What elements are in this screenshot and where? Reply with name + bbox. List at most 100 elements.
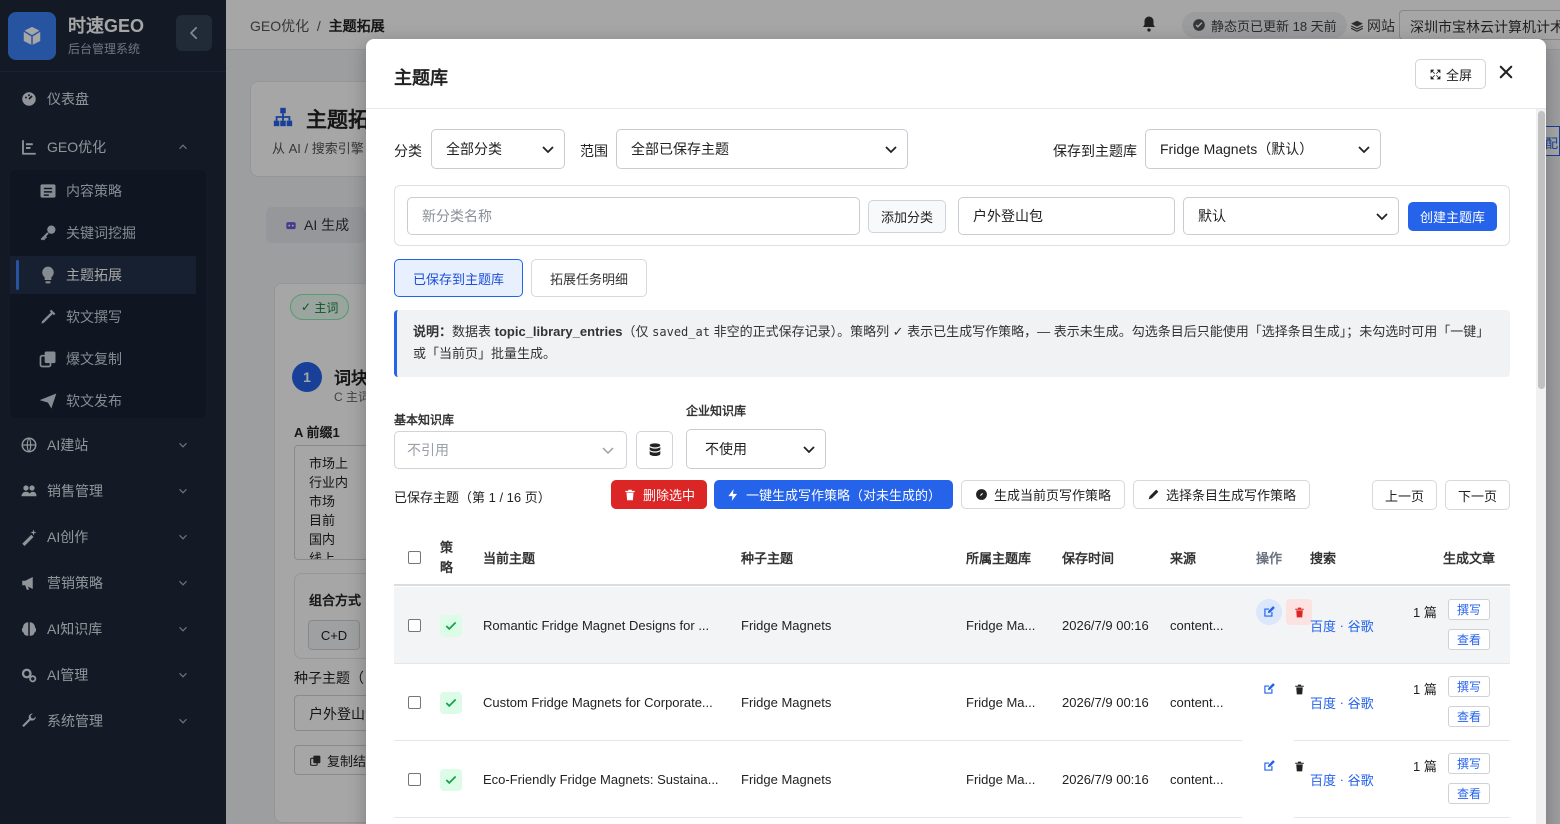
modal-header: 主题库 全屏 [366, 39, 1546, 109]
basic-kb-placeholder: 不引用 [407, 442, 449, 458]
edit-icon [1264, 683, 1275, 694]
trash-icon [1294, 607, 1304, 617]
generate-selected-button[interactable]: 选择条目生成写作策略 [1133, 480, 1310, 509]
write-button[interactable]: 撰写 [1448, 676, 1490, 697]
tab-tasks[interactable]: 拓展任务明细 [531, 259, 647, 297]
column-header-topic: 当前主题 [483, 551, 536, 566]
saved-time-cell: 2026/7/9 00:16 [1062, 695, 1149, 710]
article-count: 1 篇 [1413, 682, 1437, 697]
generate-page-button[interactable]: 生成当前页写作策略 [961, 480, 1125, 509]
category-label: 分类 [394, 143, 422, 159]
strategy-done-badge [440, 614, 462, 637]
seed-cell: Fridge Magnets [741, 618, 832, 633]
strategy-done-badge [440, 691, 462, 714]
library-category-value: 默认 [1198, 208, 1226, 224]
edit-button[interactable] [1256, 753, 1282, 779]
library-cell: Fridge Ma... [966, 772, 1036, 787]
source-cell: content... [1170, 618, 1224, 633]
delete-selected-label: 删除选中 [642, 488, 695, 503]
strategy-done-badge [440, 768, 462, 791]
next-page-button[interactable]: 下一页 [1445, 480, 1510, 510]
topic-cell: Custom Fridge Magnets for Corporate... [483, 695, 713, 710]
row-checkbox[interactable] [408, 773, 421, 786]
info-note: 说明：数据表 topic_library_entries（仅 saved_at … [394, 310, 1510, 377]
enterprise-kb-select[interactable]: 不使用 [686, 429, 826, 469]
edit-button[interactable] [1256, 676, 1282, 702]
delete-button[interactable] [1286, 753, 1312, 779]
fullscreen-button[interactable]: 全屏 [1415, 59, 1486, 89]
modal-title: 主题库 [394, 68, 448, 88]
view-button[interactable]: 查看 [1448, 783, 1490, 804]
basic-kb-select[interactable]: 不引用 [394, 431, 627, 469]
saved-time-cell: 2026/7/9 00:16 [1062, 772, 1149, 787]
check-icon [445, 775, 457, 784]
view-button[interactable]: 查看 [1448, 629, 1490, 650]
google-link[interactable]: 谷歌 [1348, 693, 1374, 712]
category-select[interactable]: 全部分类 [431, 129, 565, 169]
column-header-strategy: 策略 [440, 539, 454, 575]
select-all-checkbox[interactable] [408, 551, 421, 564]
one-click-generate-button[interactable]: 一键生成写作策略（对未生成的） [714, 480, 953, 509]
google-link[interactable]: 谷歌 [1348, 770, 1374, 789]
view-button[interactable]: 查看 [1448, 706, 1490, 727]
note-field-name: saved_at [652, 325, 710, 339]
library-category-select[interactable]: 默认 [1183, 197, 1399, 235]
save-to-select[interactable]: Fridge Magnets（默认） [1145, 129, 1381, 169]
note-prefix: 说明： [413, 324, 453, 339]
scrollbar-thumb[interactable] [1538, 111, 1545, 389]
bolt-icon [728, 488, 738, 501]
save-to-select-value: Fridge Magnets（默认） [1160, 141, 1314, 157]
library-cell: Fridge Ma... [966, 618, 1036, 633]
database-button[interactable] [636, 431, 673, 469]
chevron-down-icon [1376, 213, 1388, 221]
topic-library-modal: 主题库 全屏 分类 全部分类 范围 全部已保存主题 保存到主题库 Fridge … [366, 39, 1546, 824]
google-link[interactable]: 谷歌 [1348, 616, 1374, 635]
edit-button[interactable] [1256, 599, 1282, 625]
chevron-down-icon [885, 146, 897, 154]
row-checkbox[interactable] [408, 696, 421, 709]
baidu-link[interactable]: 百度 [1310, 693, 1336, 712]
row-checkbox[interactable] [408, 619, 421, 632]
tab-saved[interactable]: 已保存到主题库 [394, 259, 523, 297]
search-links: 百度 · 谷歌 [1310, 741, 1374, 818]
table-row: Custom Fridge Magnets for Corporate... F… [394, 664, 1510, 741]
save-to-label: 保存到主题库 [1053, 143, 1137, 159]
search-links: 百度 · 谷歌 [1310, 587, 1374, 664]
column-header-articles: 生成文章 [1443, 551, 1496, 566]
basic-kb-label: 基本知识库 [394, 413, 455, 427]
enterprise-kb-value: 不使用 [705, 441, 747, 457]
check-icon [445, 698, 457, 707]
source-cell: content... [1170, 772, 1224, 787]
baidu-link[interactable]: 百度 [1310, 616, 1336, 635]
close-icon[interactable] [1497, 63, 1515, 81]
column-header-saved-time: 保存时间 [1062, 551, 1115, 566]
write-button[interactable]: 撰写 [1448, 753, 1490, 774]
edit-icon [1264, 606, 1275, 617]
topic-cell: Eco-Friendly Fridge Magnets: Sustaina... [483, 772, 719, 787]
note-table-name: topic_library_entries [494, 324, 623, 339]
prev-page-button[interactable]: 上一页 [1372, 480, 1437, 510]
modal-scrollbar[interactable] [1536, 109, 1546, 824]
table-row: Romantic Fridge Magnet Designs for ... F… [394, 587, 1510, 664]
enterprise-kb-label: 企业知识库 [686, 404, 747, 418]
generate-page-label: 生成当前页写作策略 [993, 488, 1111, 503]
chevron-down-icon [803, 446, 815, 454]
chevron-down-icon [1358, 146, 1370, 154]
compass-icon [976, 489, 987, 500]
write-button[interactable]: 撰写 [1448, 599, 1490, 620]
delete-button[interactable] [1286, 676, 1312, 702]
scope-label: 范围 [580, 143, 608, 159]
seed-cell: Fridge Magnets [741, 695, 832, 710]
add-category-button[interactable]: 添加分类 [868, 200, 946, 233]
scope-select[interactable]: 全部已保存主题 [616, 129, 908, 169]
article-count: 1 篇 [1413, 605, 1437, 620]
delete-button[interactable] [1286, 599, 1312, 625]
baidu-link[interactable]: 百度 [1310, 770, 1336, 789]
column-header-seed: 种子主题 [741, 551, 794, 566]
library-name-input[interactable]: 户外登山包 [958, 197, 1175, 235]
create-library-button[interactable]: 创建主题库 [1408, 202, 1497, 231]
edit-icon [1264, 760, 1275, 771]
new-category-input[interactable]: 新分类名称 [407, 197, 860, 235]
trash-icon [625, 489, 635, 500]
delete-selected-button[interactable]: 删除选中 [611, 480, 707, 509]
